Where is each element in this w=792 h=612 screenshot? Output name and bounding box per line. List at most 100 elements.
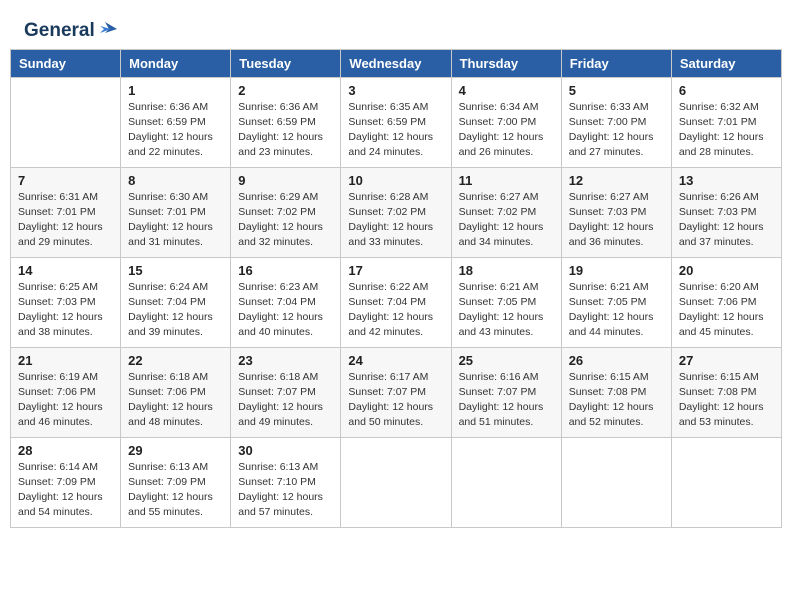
day-number: 23	[238, 353, 333, 368]
calendar-cell: 15 Sunrise: 6:24 AMSunset: 7:04 PMDaylig…	[121, 257, 231, 347]
day-info: Sunrise: 6:31 AMSunset: 7:01 PMDaylight:…	[18, 190, 113, 251]
logo: General	[24, 18, 119, 41]
calendar-cell: 20 Sunrise: 6:20 AMSunset: 7:06 PMDaylig…	[671, 257, 781, 347]
day-number: 17	[348, 263, 443, 278]
calendar-cell: 6 Sunrise: 6:32 AMSunset: 7:01 PMDayligh…	[671, 77, 781, 167]
column-header-sunday: Sunday	[11, 49, 121, 77]
day-info: Sunrise: 6:19 AMSunset: 7:06 PMDaylight:…	[18, 370, 113, 431]
day-info: Sunrise: 6:25 AMSunset: 7:03 PMDaylight:…	[18, 280, 113, 341]
day-number: 26	[569, 353, 664, 368]
calendar-table: SundayMondayTuesdayWednesdayThursdayFrid…	[10, 49, 782, 528]
column-header-thursday: Thursday	[451, 49, 561, 77]
day-number: 11	[459, 173, 554, 188]
calendar-cell: 4 Sunrise: 6:34 AMSunset: 7:00 PMDayligh…	[451, 77, 561, 167]
day-info: Sunrise: 6:15 AMSunset: 7:08 PMDaylight:…	[679, 370, 774, 431]
day-number: 6	[679, 83, 774, 98]
day-info: Sunrise: 6:35 AMSunset: 6:59 PMDaylight:…	[348, 100, 443, 161]
calendar-cell: 29 Sunrise: 6:13 AMSunset: 7:09 PMDaylig…	[121, 437, 231, 527]
calendar-cell: 30 Sunrise: 6:13 AMSunset: 7:10 PMDaylig…	[231, 437, 341, 527]
day-info: Sunrise: 6:17 AMSunset: 7:07 PMDaylight:…	[348, 370, 443, 431]
day-info: Sunrise: 6:27 AMSunset: 7:03 PMDaylight:…	[569, 190, 664, 251]
calendar-cell: 23 Sunrise: 6:18 AMSunset: 7:07 PMDaylig…	[231, 347, 341, 437]
calendar-cell	[561, 437, 671, 527]
calendar-cell: 16 Sunrise: 6:23 AMSunset: 7:04 PMDaylig…	[231, 257, 341, 347]
calendar-cell	[341, 437, 451, 527]
calendar-cell: 1 Sunrise: 6:36 AMSunset: 6:59 PMDayligh…	[121, 77, 231, 167]
day-number: 2	[238, 83, 333, 98]
day-number: 27	[679, 353, 774, 368]
calendar-cell: 3 Sunrise: 6:35 AMSunset: 6:59 PMDayligh…	[341, 77, 451, 167]
calendar-cell: 18 Sunrise: 6:21 AMSunset: 7:05 PMDaylig…	[451, 257, 561, 347]
calendar-cell: 26 Sunrise: 6:15 AMSunset: 7:08 PMDaylig…	[561, 347, 671, 437]
calendar-cell: 28 Sunrise: 6:14 AMSunset: 7:09 PMDaylig…	[11, 437, 121, 527]
day-info: Sunrise: 6:24 AMSunset: 7:04 PMDaylight:…	[128, 280, 223, 341]
day-info: Sunrise: 6:14 AMSunset: 7:09 PMDaylight:…	[18, 460, 113, 521]
column-header-wednesday: Wednesday	[341, 49, 451, 77]
day-info: Sunrise: 6:28 AMSunset: 7:02 PMDaylight:…	[348, 190, 443, 251]
day-number: 30	[238, 443, 333, 458]
calendar-cell: 11 Sunrise: 6:27 AMSunset: 7:02 PMDaylig…	[451, 167, 561, 257]
day-number: 24	[348, 353, 443, 368]
calendar-cell: 24 Sunrise: 6:17 AMSunset: 7:07 PMDaylig…	[341, 347, 451, 437]
day-number: 18	[459, 263, 554, 278]
day-number: 10	[348, 173, 443, 188]
calendar-week-row: 1 Sunrise: 6:36 AMSunset: 6:59 PMDayligh…	[11, 77, 782, 167]
column-header-tuesday: Tuesday	[231, 49, 341, 77]
day-info: Sunrise: 6:23 AMSunset: 7:04 PMDaylight:…	[238, 280, 333, 341]
calendar-cell: 7 Sunrise: 6:31 AMSunset: 7:01 PMDayligh…	[11, 167, 121, 257]
day-number: 5	[569, 83, 664, 98]
day-number: 9	[238, 173, 333, 188]
day-info: Sunrise: 6:15 AMSunset: 7:08 PMDaylight:…	[569, 370, 664, 431]
calendar-cell: 19 Sunrise: 6:21 AMSunset: 7:05 PMDaylig…	[561, 257, 671, 347]
day-info: Sunrise: 6:36 AMSunset: 6:59 PMDaylight:…	[238, 100, 333, 161]
calendar-week-row: 28 Sunrise: 6:14 AMSunset: 7:09 PMDaylig…	[11, 437, 782, 527]
day-info: Sunrise: 6:32 AMSunset: 7:01 PMDaylight:…	[679, 100, 774, 161]
day-number: 22	[128, 353, 223, 368]
calendar-week-row: 21 Sunrise: 6:19 AMSunset: 7:06 PMDaylig…	[11, 347, 782, 437]
calendar-cell	[451, 437, 561, 527]
day-number: 16	[238, 263, 333, 278]
calendar-cell: 22 Sunrise: 6:18 AMSunset: 7:06 PMDaylig…	[121, 347, 231, 437]
calendar-cell: 12 Sunrise: 6:27 AMSunset: 7:03 PMDaylig…	[561, 167, 671, 257]
calendar-cell: 5 Sunrise: 6:33 AMSunset: 7:00 PMDayligh…	[561, 77, 671, 167]
column-header-monday: Monday	[121, 49, 231, 77]
day-number: 20	[679, 263, 774, 278]
calendar-cell: 13 Sunrise: 6:26 AMSunset: 7:03 PMDaylig…	[671, 167, 781, 257]
day-number: 25	[459, 353, 554, 368]
day-info: Sunrise: 6:36 AMSunset: 6:59 PMDaylight:…	[128, 100, 223, 161]
day-number: 29	[128, 443, 223, 458]
calendar-cell: 17 Sunrise: 6:22 AMSunset: 7:04 PMDaylig…	[341, 257, 451, 347]
day-info: Sunrise: 6:21 AMSunset: 7:05 PMDaylight:…	[569, 280, 664, 341]
calendar-cell: 8 Sunrise: 6:30 AMSunset: 7:01 PMDayligh…	[121, 167, 231, 257]
day-info: Sunrise: 6:18 AMSunset: 7:06 PMDaylight:…	[128, 370, 223, 431]
calendar-cell: 10 Sunrise: 6:28 AMSunset: 7:02 PMDaylig…	[341, 167, 451, 257]
column-header-saturday: Saturday	[671, 49, 781, 77]
day-number: 21	[18, 353, 113, 368]
calendar-cell: 25 Sunrise: 6:16 AMSunset: 7:07 PMDaylig…	[451, 347, 561, 437]
day-info: Sunrise: 6:20 AMSunset: 7:06 PMDaylight:…	[679, 280, 774, 341]
day-number: 4	[459, 83, 554, 98]
calendar-week-row: 7 Sunrise: 6:31 AMSunset: 7:01 PMDayligh…	[11, 167, 782, 257]
calendar-cell: 14 Sunrise: 6:25 AMSunset: 7:03 PMDaylig…	[11, 257, 121, 347]
column-header-friday: Friday	[561, 49, 671, 77]
day-number: 12	[569, 173, 664, 188]
logo-text: General	[24, 18, 119, 45]
calendar-cell: 21 Sunrise: 6:19 AMSunset: 7:06 PMDaylig…	[11, 347, 121, 437]
day-info: Sunrise: 6:27 AMSunset: 7:02 PMDaylight:…	[459, 190, 554, 251]
calendar-cell: 2 Sunrise: 6:36 AMSunset: 6:59 PMDayligh…	[231, 77, 341, 167]
day-number: 15	[128, 263, 223, 278]
day-info: Sunrise: 6:29 AMSunset: 7:02 PMDaylight:…	[238, 190, 333, 251]
page-header: General	[0, 0, 792, 49]
day-info: Sunrise: 6:18 AMSunset: 7:07 PMDaylight:…	[238, 370, 333, 431]
day-info: Sunrise: 6:34 AMSunset: 7:00 PMDaylight:…	[459, 100, 554, 161]
day-info: Sunrise: 6:30 AMSunset: 7:01 PMDaylight:…	[128, 190, 223, 251]
day-info: Sunrise: 6:13 AMSunset: 7:09 PMDaylight:…	[128, 460, 223, 521]
day-info: Sunrise: 6:13 AMSunset: 7:10 PMDaylight:…	[238, 460, 333, 521]
day-info: Sunrise: 6:21 AMSunset: 7:05 PMDaylight:…	[459, 280, 554, 341]
day-number: 8	[128, 173, 223, 188]
day-info: Sunrise: 6:26 AMSunset: 7:03 PMDaylight:…	[679, 190, 774, 251]
day-number: 1	[128, 83, 223, 98]
day-number: 13	[679, 173, 774, 188]
calendar-cell	[671, 437, 781, 527]
day-number: 14	[18, 263, 113, 278]
